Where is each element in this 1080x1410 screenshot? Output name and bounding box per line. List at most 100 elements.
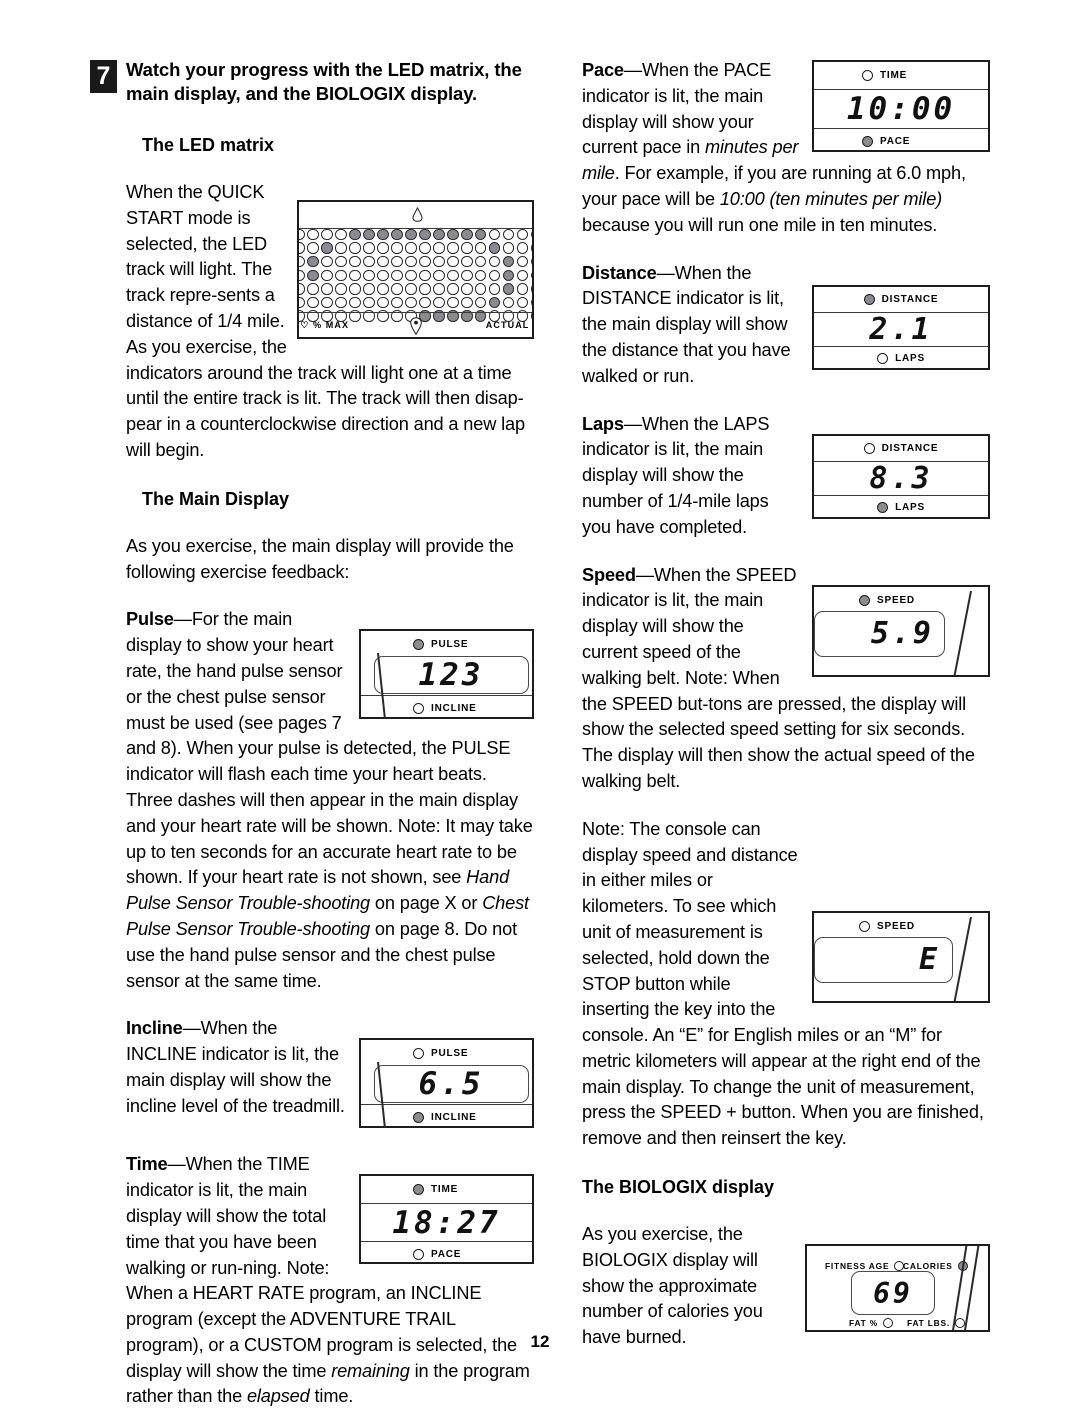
matrix-dot: [307, 269, 319, 281]
left-column: 7 Watch your progress with the LED matri…: [90, 58, 534, 1410]
matrix-dot: [433, 228, 445, 241]
speed-dash: —: [635, 564, 654, 585]
matrix-dot: [321, 283, 333, 295]
matrix-dot: [299, 296, 305, 309]
matrix-dot: [307, 242, 319, 254]
matrix-dot: [419, 269, 431, 281]
fat-pct-led-icon: [882, 1318, 893, 1329]
step-heading: 7 Watch your progress with the LED matri…: [90, 58, 534, 110]
matrix-dot: [503, 242, 515, 254]
matrix-dot: [517, 283, 529, 295]
time-label: TIME: [880, 70, 908, 81]
matrix-dot: [391, 228, 403, 241]
matrix-dot: [489, 242, 501, 254]
matrix-dot: [335, 242, 347, 254]
matrix-dot: [419, 255, 431, 268]
matrix-dot: [461, 283, 473, 295]
laps-indicator-row: LAPS: [814, 494, 988, 519]
pulse-indicator-row: PULSE: [361, 631, 532, 657]
laps-value: 8.3: [869, 460, 933, 496]
laps-led-icon: [877, 352, 889, 364]
matrix-dot: [335, 228, 347, 241]
matrix-dot: [447, 255, 459, 268]
matrix-top-bar: [299, 202, 532, 229]
map-pin-icon: [409, 317, 422, 335]
matrix-dot: [517, 296, 529, 309]
matrix-dot: [335, 255, 347, 268]
pace-panel-pace-row: PACE: [814, 128, 988, 153]
speed-label: SPEED: [877, 594, 915, 606]
time-led-icon: [413, 1184, 424, 1196]
time-label: TIME: [431, 1184, 459, 1196]
matrix-dot: [349, 296, 361, 309]
matrix-dot: [531, 228, 532, 241]
pace-section: TIME 10:00 PACE Pace—When the PACE indic…: [582, 58, 990, 239]
pulse-label: PULSE: [431, 638, 469, 650]
matrix-dot: [475, 228, 487, 241]
matrix-dot: [335, 283, 347, 295]
matrix-dot: [461, 228, 473, 241]
matrix-dot: [531, 242, 532, 254]
matrix-dot: [489, 255, 501, 268]
led-matrix-panel: ET ♡ % MAX ACTUAL ♡: [297, 200, 534, 339]
units-note-section: SPEED E Note: The console can display sp…: [582, 817, 990, 1152]
matrix-dot: [419, 242, 431, 254]
matrix-dot: [391, 269, 403, 281]
incline-console-panel: PULSE 6.5 INCLINE: [359, 1038, 534, 1129]
time-dash: —: [167, 1154, 186, 1175]
pace-value-row: 10:00: [814, 89, 988, 128]
matrix-dot: [517, 228, 529, 241]
calories-row: CALORIES: [903, 1261, 968, 1272]
matrix-dot: [475, 296, 487, 309]
matrix-dot: [405, 269, 417, 281]
time-led-icon: [862, 70, 873, 81]
laps-panel-distance-row: DISTANCE: [814, 436, 988, 461]
distance-console-panel: DISTANCE 2.1 LAPS: [812, 284, 990, 370]
matrix-label-target-max: ET ♡ % MAX: [299, 319, 350, 330]
matrix-dot: [503, 283, 515, 295]
units-value: E: [918, 942, 940, 978]
matrix-dot: [433, 269, 445, 281]
matrix-dot: [531, 283, 532, 295]
pulse-led-icon: [413, 1047, 424, 1059]
incline-section: PULSE 6.5 INCLINE Incline—When the INCLI…: [126, 1016, 534, 1130]
para-main-display: As you exercise, the main display will p…: [126, 535, 514, 582]
matrix-dot: [475, 283, 487, 295]
matrix-dot: [433, 242, 445, 254]
pace-indicator-row: PACE: [361, 1241, 532, 1266]
matrix-dot: [461, 296, 473, 309]
pulse-dash: —: [173, 609, 192, 630]
distance-label: DISTANCE: [881, 293, 939, 305]
matrix-dot-row: [299, 296, 532, 310]
distance-value: 2.1: [869, 311, 933, 347]
distance-display-figure: DISTANCE 2.1 LAPS: [812, 284, 990, 370]
fitness-age-row: FITNESS AGE: [825, 1261, 905, 1272]
matrix-dot: [377, 269, 389, 281]
matrix-dot: [517, 269, 529, 281]
matrix-dot: [349, 255, 361, 268]
units-indicator-row: SPEED: [814, 913, 988, 940]
matrix-dot: [321, 269, 333, 281]
speed-led-icon: [859, 920, 871, 932]
pace-display-figure: TIME 10:00 PACE: [812, 60, 990, 152]
matrix-dot: [349, 228, 361, 241]
matrix-dot: [307, 296, 319, 309]
speed-section: SPEED 5.9 Speed—When the SPEED indicator…: [582, 563, 990, 795]
laps-section: DISTANCE 8.3 LAPS Laps—When the LAPS ind…: [582, 412, 990, 541]
matrix-dot: [307, 255, 319, 268]
matrix-dot: [461, 242, 473, 254]
pace-led-icon: [862, 135, 873, 147]
matrix-dot: [363, 283, 375, 295]
matrix-dot: [475, 255, 487, 268]
matrix-dot: [517, 255, 529, 268]
time-term: Time: [126, 1154, 168, 1175]
matrix-dot: [391, 255, 403, 268]
matrix-dot-row: [299, 242, 532, 256]
matrix-dot: [489, 296, 501, 309]
matrix-dot: [433, 283, 445, 295]
panel-accent-line: [962, 1246, 980, 1331]
incline-led-icon: [413, 1111, 424, 1123]
distance-led-icon: [863, 293, 875, 305]
matrix-dot: [447, 283, 459, 295]
pace-value: 10:00: [846, 91, 956, 127]
